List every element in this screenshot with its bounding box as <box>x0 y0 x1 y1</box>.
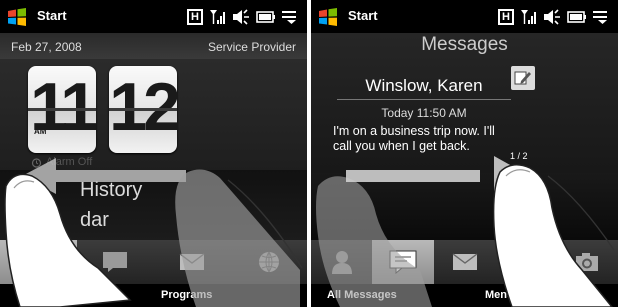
signal-icon[interactable] <box>520 9 537 25</box>
status-bar: Start H <box>0 0 307 33</box>
tab-bar <box>0 240 307 284</box>
page-title: Messages <box>421 34 508 55</box>
windows-logo-icon[interactable] <box>7 7 27 27</box>
tab-people[interactable] <box>311 240 372 284</box>
hour-flip-card[interactable]: 11 <box>28 66 98 153</box>
tab-camera[interactable] <box>557 240 618 284</box>
menu-softkey[interactable]: Menu <box>485 289 514 301</box>
messages-icon <box>103 252 128 272</box>
flip-divider <box>109 108 177 111</box>
sender-name: Winslow, Karen <box>365 76 483 95</box>
alarm-label: Alarm Off <box>46 156 93 168</box>
reflection-floor <box>311 173 618 240</box>
start-label[interactable]: Start <box>37 8 67 23</box>
service-provider-text: Service Provider <box>207 40 296 54</box>
flip-divider <box>28 108 96 111</box>
camera-icon <box>576 253 599 271</box>
menu-lines-icon[interactable] <box>282 10 298 24</box>
alarm-status[interactable]: Alarm Off <box>31 156 92 168</box>
tab-messages[interactable] <box>77 240 154 284</box>
windows-logo-icon[interactable] <box>318 7 338 27</box>
people-icon <box>331 251 352 274</box>
menu-lines-icon[interactable] <box>593 10 609 24</box>
divider <box>337 99 511 100</box>
tab-home[interactable] <box>0 240 77 284</box>
softkey-bar: Phone Programs <box>0 284 307 307</box>
minute-flip-card[interactable]: 12 <box>109 66 181 153</box>
hsdpa-icon: H <box>498 9 514 25</box>
am-pm-label: AM <box>34 127 47 136</box>
home-screen: Start H Feb 27, 2008 Service Provider 11… <box>0 0 307 307</box>
softkey-bar: All Messages Menu <box>311 284 618 307</box>
globe-icon <box>258 251 279 273</box>
messages-screen: Start H Messages Winslow, Karen Today 11… <box>311 0 618 307</box>
tab-internet[interactable] <box>495 240 556 284</box>
mail-icon <box>452 253 477 270</box>
menu-area <box>0 170 307 242</box>
page-indicator: 1 / 2 <box>510 151 528 161</box>
volume-icon[interactable] <box>543 9 561 25</box>
menu-item-calendar[interactable]: dar <box>80 209 109 232</box>
status-icons: H <box>187 7 298 27</box>
messages-icon <box>389 250 417 274</box>
tab-mail[interactable] <box>154 240 231 284</box>
message-body: I'm on a business trip now. I'll call yo… <box>333 124 495 153</box>
battery-icon[interactable] <box>256 10 276 24</box>
alarm-clock-icon <box>31 157 42 168</box>
volume-icon[interactable] <box>232 9 250 25</box>
mail-icon <box>179 253 205 270</box>
date-text: Feb 27, 2008 <box>11 40 82 54</box>
signal-icon[interactable] <box>209 9 226 25</box>
programs-softkey[interactable]: Programs <box>161 289 212 301</box>
message-preview[interactable]: Winslow, Karen Today 11:50 AM I'm on a b… <box>331 68 517 173</box>
all-messages-softkey[interactable]: All Messages <box>327 289 397 301</box>
status-bar: Start H <box>311 0 618 33</box>
battery-icon[interactable] <box>567 10 587 24</box>
minute-digits: 12 <box>109 69 181 145</box>
tab-internet[interactable] <box>230 240 307 284</box>
hsdpa-icon: H <box>187 9 203 25</box>
status-icons: H <box>498 7 609 27</box>
start-label[interactable]: Start <box>348 8 378 23</box>
menu-item-history[interactable]: History <box>80 179 142 202</box>
globe-icon <box>515 251 536 273</box>
home-icon <box>24 249 53 275</box>
tab-messages[interactable] <box>372 240 434 284</box>
message-time: Today 11:50 AM <box>381 106 467 120</box>
tab-mail[interactable] <box>434 240 495 284</box>
phone-softkey[interactable]: Phone <box>30 289 64 301</box>
tab-bar <box>311 240 618 284</box>
